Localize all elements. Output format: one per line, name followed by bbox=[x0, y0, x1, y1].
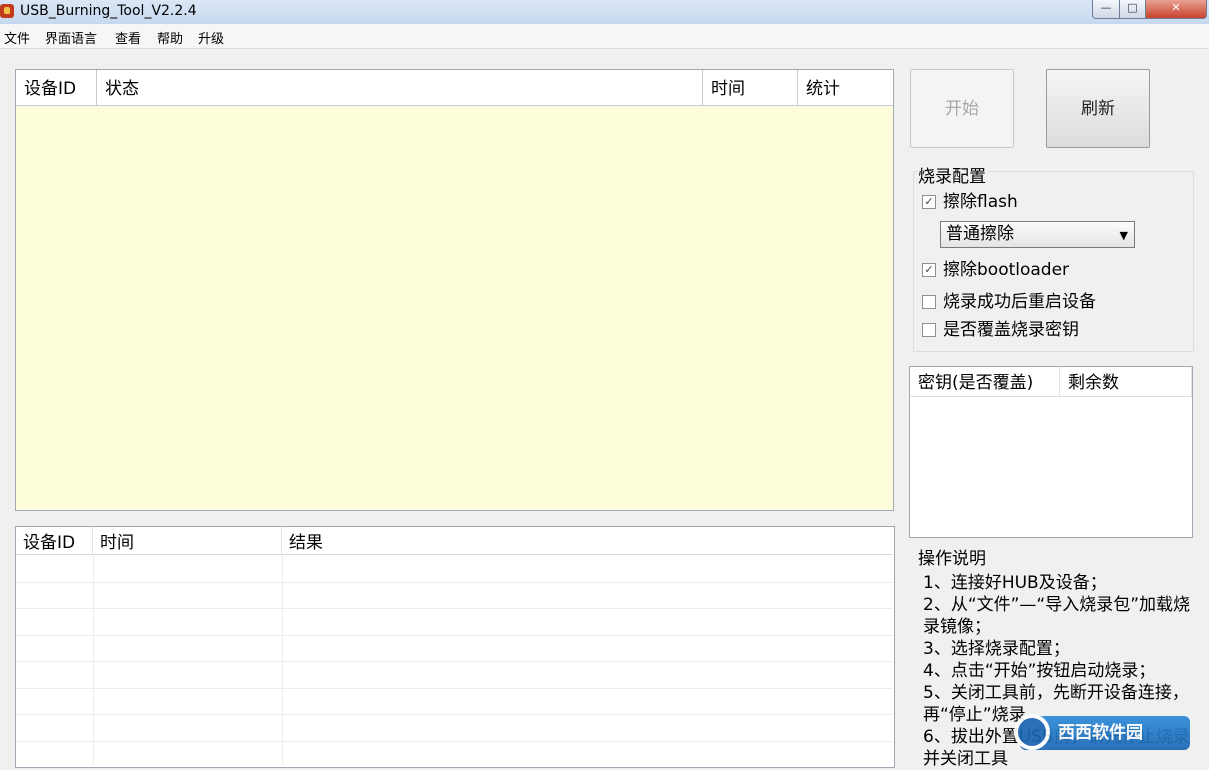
overwrite-key-label: 是否覆盖烧录密钥 bbox=[943, 320, 1079, 340]
header-divider bbox=[910, 396, 1192, 397]
row-divider bbox=[16, 554, 893, 555]
erase-flash-label: 擦除flash bbox=[943, 192, 1018, 212]
instruction-line: 4、点击“开始”按钮启动烧录； bbox=[923, 660, 1195, 682]
column-key[interactable]: 密钥(是否覆盖) bbox=[910, 367, 1060, 396]
menu-help[interactable]: 帮助 bbox=[157, 28, 183, 47]
menu-bar: 文件 界面语言 查看 帮助 升级 bbox=[0, 24, 1209, 49]
row-divider bbox=[16, 741, 893, 742]
instructions-title: 操作说明 bbox=[918, 544, 986, 569]
reboot-after-label: 烧录成功后重启设备 bbox=[943, 292, 1096, 312]
refresh-button[interactable]: 刷新 bbox=[1046, 69, 1150, 148]
column-result[interactable]: 结果 bbox=[282, 527, 893, 554]
erase-mode-select[interactable]: 普通擦除 ▼ bbox=[940, 221, 1135, 248]
column-time[interactable]: 时间 bbox=[93, 527, 282, 554]
menu-upgrade[interactable]: 升级 bbox=[198, 28, 224, 47]
watermark-logo: 西西软件园 bbox=[1020, 716, 1190, 750]
instruction-line: 2、从“文件”—“导入烧录包”加载烧录镜像； bbox=[923, 594, 1195, 638]
row-divider bbox=[16, 582, 893, 583]
result-table[interactable]: 设备ID 时间 结果 bbox=[15, 526, 895, 768]
checkbox-checked-icon: ✓ bbox=[922, 263, 936, 277]
column-remaining[interactable]: 剩余数 bbox=[1060, 367, 1192, 396]
device-status-table[interactable]: 设备ID 状态 时间 统计 bbox=[15, 69, 894, 511]
checkbox-unchecked-icon bbox=[922, 295, 936, 309]
watermark-circle-icon bbox=[1014, 714, 1050, 750]
title-bar: USB_Burning_Tool_V2.2.4 — □ ✕ bbox=[0, 0, 1209, 24]
instruction-line: 3、选择烧录配置； bbox=[923, 638, 1195, 660]
maximize-button[interactable]: □ bbox=[1119, 0, 1146, 19]
row-divider bbox=[16, 608, 893, 609]
checkbox-checked-icon: ✓ bbox=[922, 195, 936, 209]
checkbox-unchecked-icon bbox=[922, 323, 936, 337]
minimize-button[interactable]: — bbox=[1092, 0, 1120, 19]
close-button[interactable]: ✕ bbox=[1145, 0, 1207, 19]
dropdown-arrow-icon: ▼ bbox=[1120, 223, 1128, 248]
start-button[interactable]: 开始 bbox=[910, 69, 1014, 148]
device-list-area[interactable] bbox=[16, 106, 893, 510]
column-status[interactable]: 状态 bbox=[97, 70, 703, 105]
column-divider bbox=[93, 555, 94, 765]
erase-mode-value: 普通擦除 bbox=[946, 224, 1014, 244]
column-device-id[interactable]: 设备ID bbox=[16, 70, 97, 105]
row-divider bbox=[16, 635, 893, 636]
column-device-id[interactable]: 设备ID bbox=[16, 527, 93, 554]
burn-config-title: 烧录配置 bbox=[918, 162, 989, 187]
erase-bootloader-label: 擦除bootloader bbox=[943, 260, 1069, 280]
key-table[interactable]: 密钥(是否覆盖) 剩余数 bbox=[909, 366, 1193, 538]
row-divider bbox=[16, 714, 893, 715]
app-icon bbox=[0, 4, 14, 18]
menu-file[interactable]: 文件 bbox=[4, 28, 30, 47]
menu-language[interactable]: 界面语言 bbox=[45, 28, 97, 47]
row-divider bbox=[16, 661, 893, 662]
column-time[interactable]: 时间 bbox=[703, 70, 798, 105]
instruction-line: 1、连接好HUB及设备； bbox=[923, 572, 1195, 594]
menu-view[interactable]: 查看 bbox=[115, 28, 141, 47]
window-title: USB_Burning_Tool_V2.2.4 bbox=[20, 3, 197, 19]
row-divider bbox=[16, 688, 893, 689]
watermark-text: 西西软件园 bbox=[1058, 723, 1143, 743]
column-stats[interactable]: 统计 bbox=[798, 70, 893, 105]
column-divider bbox=[282, 555, 283, 765]
